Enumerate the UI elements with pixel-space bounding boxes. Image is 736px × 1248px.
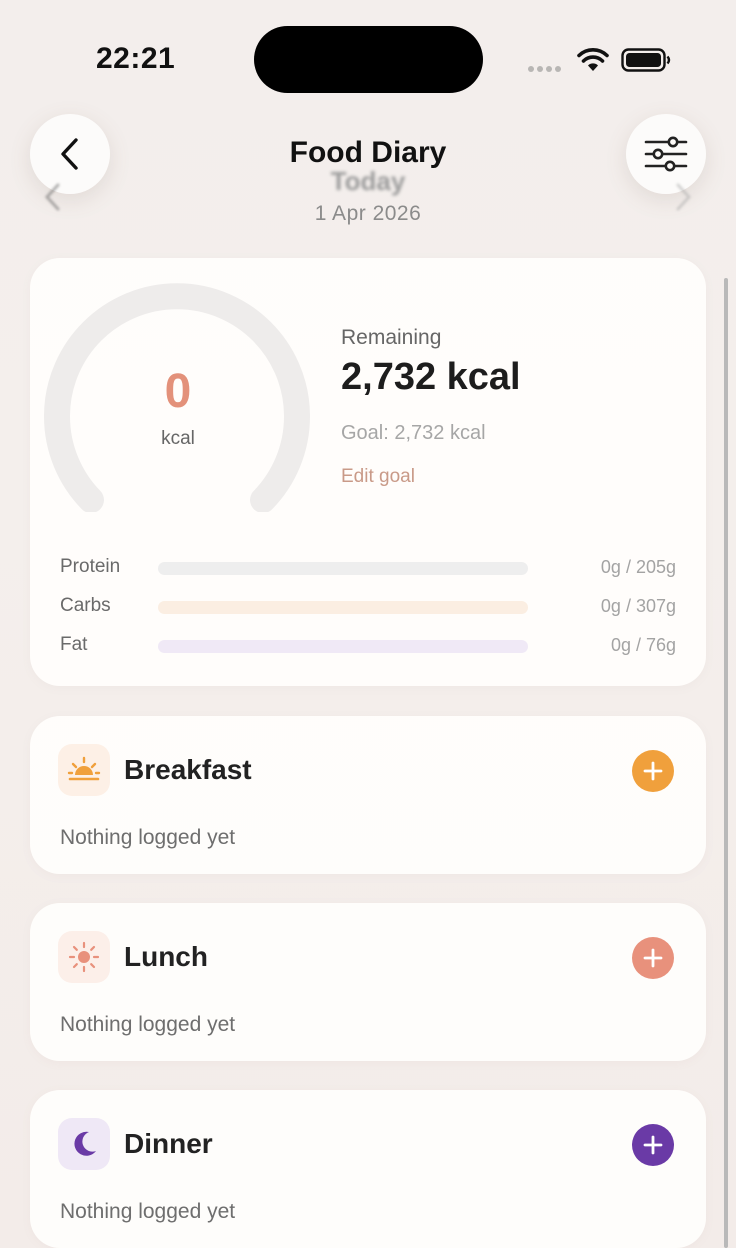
scrollbar[interactable] [724,278,728,1248]
sun-icon [68,941,100,973]
macro-name: Protein [60,556,121,577]
day-label: Today [330,166,406,196]
meal-card-lunch: Lunch Nothing logged yet [30,903,706,1061]
macro-progress-bar [158,640,528,653]
meal-title: Dinner [124,1128,213,1159]
plus-icon [643,948,663,968]
macro-amount: 0g / 205g [600,557,676,577]
meal-empty-text: Nothing logged yet [60,826,236,849]
remaining-calories: 2,732 kcal [341,356,521,398]
macro-name: Carbs [60,595,111,616]
macro-amount: 0g / 76g [610,635,676,655]
meal-icon-lunch [58,931,110,983]
meal-card-breakfast: Breakfast Nothing logged yet [30,716,706,874]
meal-empty-text: Nothing logged yet [60,1013,236,1036]
sunrise-icon [67,756,101,781]
plus-icon [643,1135,663,1155]
plus-icon [643,761,663,781]
macro-row-carbs: Carbs 0g / 307g [60,595,676,619]
wifi-icon [577,48,609,71]
battery-icon [621,48,671,72]
meal-title: Breakfast [124,754,252,785]
meal-icon-breakfast [58,744,110,796]
edit-goal-link[interactable]: Edit goal [341,466,415,488]
macro-row-fat: Fat 0g / 76g [60,634,676,658]
consumed-unit: kcal [161,428,195,449]
remaining-label: Remaining [341,326,442,349]
date-label: 1 Apr 2026 [314,202,422,225]
macro-progress-bar [158,601,528,614]
add-breakfast-button[interactable] [632,750,674,792]
meal-empty-text: Nothing logged yet [60,1200,236,1223]
macro-progress-bar [158,562,528,575]
add-lunch-button[interactable] [632,937,674,979]
add-dinner-button[interactable] [632,1124,674,1166]
consumed-calories: 0 [164,365,192,418]
page-title: Food Diary [289,136,447,169]
dynamic-island [254,26,483,93]
macro-amount: 0g / 307g [600,596,676,616]
meal-card-dinner: Dinner Nothing logged yet [30,1090,706,1248]
calorie-summary-card: 0 kcal Remaining 2,732 kcal Goal: 2,732 … [30,258,706,686]
cellular-signal-icon [528,66,561,72]
moon-icon [74,1131,96,1156]
status-time: 22:21 [96,42,176,75]
macro-name: Fat [60,634,88,655]
meal-icon-dinner [58,1118,110,1170]
meal-title: Lunch [124,941,208,972]
goal-text: Goal: 2,732 kcal [341,422,486,444]
macro-row-protein: Protein 0g / 205g [60,556,676,580]
